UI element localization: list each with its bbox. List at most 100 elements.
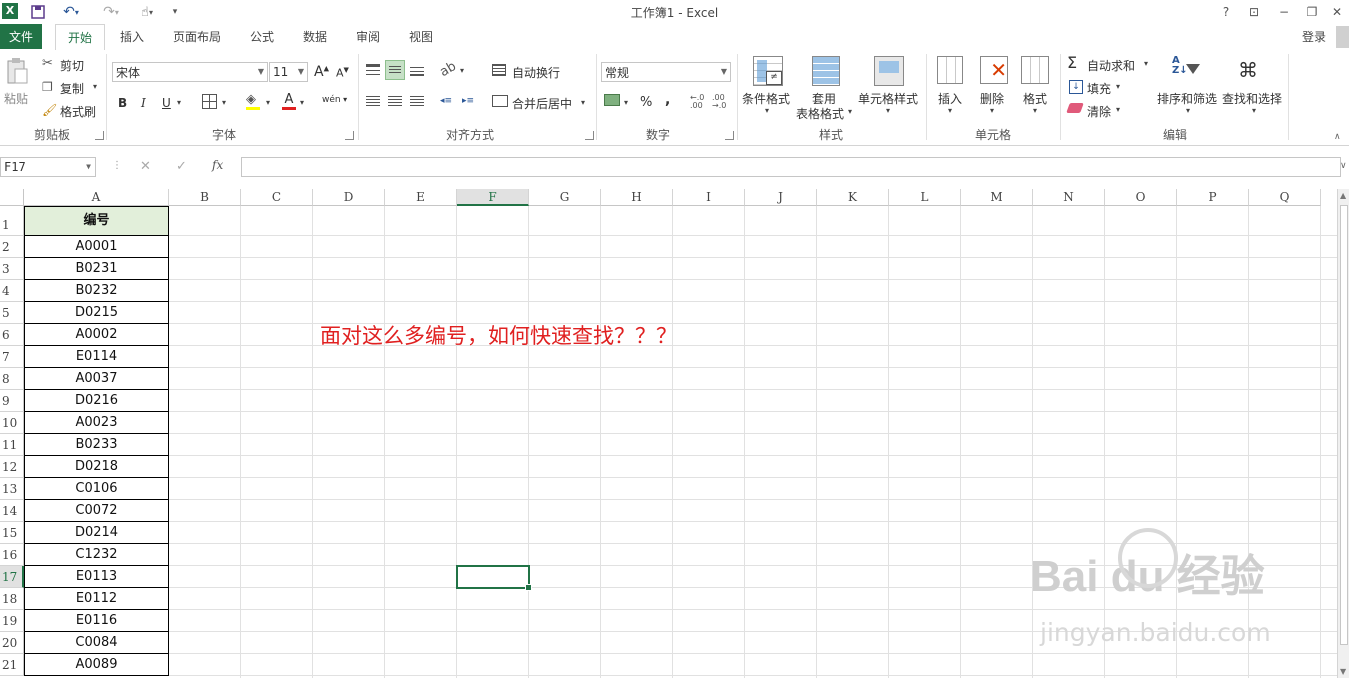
paste-button[interactable]: 粘贴	[4, 90, 28, 107]
row-header-14[interactable]: 14	[0, 500, 24, 522]
selected-cell[interactable]	[456, 565, 532, 591]
cell-styles-icon[interactable]	[874, 56, 904, 86]
row-header-2[interactable]: 2	[0, 236, 24, 258]
column-header-c[interactable]: C	[241, 189, 313, 206]
fill-color-dropdown-icon[interactable]: ▾	[266, 98, 270, 107]
clear-button[interactable]: 清除	[1087, 103, 1111, 120]
row-header-9[interactable]: 9	[0, 390, 24, 412]
column-header-q[interactable]: Q	[1249, 189, 1321, 206]
cell-styles-dropdown-icon[interactable]: ▾	[886, 106, 890, 115]
delete-cells-button[interactable]: 删除	[980, 90, 1004, 107]
fill-handle[interactable]	[525, 584, 532, 591]
insert-dropdown-icon[interactable]: ▾	[948, 106, 952, 115]
table-cell[interactable]: D0215	[24, 302, 169, 324]
decrease-decimal-icon[interactable]: .00 →.0	[712, 94, 726, 110]
copy-dropdown-icon[interactable]: ▾	[93, 82, 97, 91]
maximize-button[interactable]: ❐	[1299, 2, 1325, 22]
orientation-icon[interactable]: ab	[437, 59, 459, 80]
font-color-dropdown-icon[interactable]: ▾	[300, 98, 304, 107]
name-box[interactable]: F17 ▼	[0, 157, 96, 177]
increase-indent-icon[interactable]: ▸≡	[462, 96, 478, 106]
row-header-8[interactable]: 8	[0, 368, 24, 390]
align-middle-icon[interactable]	[385, 60, 405, 80]
number-launcher-icon[interactable]	[725, 131, 734, 140]
align-left-icon[interactable]	[366, 96, 380, 106]
account-avatar[interactable]	[1336, 26, 1349, 48]
conditional-dropdown-icon[interactable]: ▾	[765, 106, 769, 115]
format-as-table-icon[interactable]	[812, 56, 840, 86]
format-table-dropdown-icon[interactable]: ▾	[848, 107, 852, 116]
merge-dropdown-icon[interactable]: ▾	[581, 98, 585, 107]
number-format-select[interactable]: 常规 ▼	[601, 62, 731, 82]
format-painter-icon[interactable]: 🖌	[42, 103, 57, 117]
row-header-1[interactable]: 1	[0, 206, 24, 236]
login-link[interactable]: 登录	[1296, 24, 1332, 49]
autosum-button[interactable]: 自动求和	[1087, 57, 1135, 74]
column-header-f[interactable]: F	[457, 189, 529, 206]
comma-button[interactable]: ,	[665, 92, 670, 108]
column-header-p[interactable]: P	[1177, 189, 1249, 206]
border-icon[interactable]	[202, 94, 217, 109]
fill-dropdown-icon[interactable]: ▾	[1116, 82, 1120, 91]
sort-dropdown-icon[interactable]: ▾	[1186, 106, 1190, 115]
table-cell[interactable]: C0084	[24, 632, 169, 654]
row-header-15[interactable]: 15	[0, 522, 24, 544]
increase-decimal-icon[interactable]: ←.0.00	[690, 94, 704, 110]
row-header-12[interactable]: 12	[0, 456, 24, 478]
italic-button[interactable]: I	[141, 96, 146, 110]
column-header-n[interactable]: N	[1033, 189, 1105, 206]
table-cell[interactable]: B0231	[24, 258, 169, 280]
scroll-down-icon[interactable]: ▼	[1340, 667, 1346, 676]
font-size-select[interactable]: 11 ▼	[269, 62, 308, 82]
binoculars-icon[interactable]: ⌘	[1238, 58, 1258, 82]
table-cell[interactable]: E0113	[24, 566, 169, 588]
insert-cells-icon[interactable]	[937, 56, 963, 84]
decrease-indent-icon[interactable]: ◂≡	[440, 96, 456, 106]
column-header-k[interactable]: K	[817, 189, 889, 206]
column-header-e[interactable]: E	[385, 189, 457, 206]
column-header-m[interactable]: M	[961, 189, 1033, 206]
conditional-formatting-icon[interactable]: ≠	[753, 56, 783, 86]
clear-dropdown-icon[interactable]: ▾	[1116, 105, 1120, 114]
filter-funnel-icon[interactable]	[1186, 64, 1200, 74]
tab-insert[interactable]: 插入	[110, 24, 154, 49]
find-select-button[interactable]: 查找和选择	[1222, 90, 1282, 107]
format-dropdown-icon[interactable]: ▾	[1033, 106, 1037, 115]
autosum-icon[interactable]: Σ	[1067, 53, 1077, 72]
fill-button[interactable]: 填充	[1087, 80, 1111, 97]
table-cell[interactable]: B0232	[24, 280, 169, 302]
clear-icon[interactable]	[1066, 103, 1084, 113]
close-button[interactable]: ✕	[1324, 2, 1349, 22]
table-cell[interactable]: C1232	[24, 544, 169, 566]
row-header-5[interactable]: 5	[0, 302, 24, 324]
align-right-icon[interactable]	[410, 96, 424, 106]
table-cell[interactable]: D0218	[24, 456, 169, 478]
tab-review[interactable]: 审阅	[346, 24, 390, 49]
table-cell[interactable]: C0072	[24, 500, 169, 522]
tab-file[interactable]: 文件	[0, 24, 42, 49]
column-header-g[interactable]: G	[529, 189, 601, 206]
align-center-icon[interactable]	[388, 96, 402, 106]
table-cell[interactable]: D0214	[24, 522, 169, 544]
row-header-6[interactable]: 6	[0, 324, 24, 346]
scroll-up-icon[interactable]: ▲	[1340, 191, 1346, 200]
row-header-19[interactable]: 19	[0, 610, 24, 632]
table-cell[interactable]: C0106	[24, 478, 169, 500]
delete-dropdown-icon[interactable]: ▾	[990, 106, 994, 115]
table-cell[interactable]: E0112	[24, 588, 169, 610]
enter-entry-button[interactable]: ✓	[176, 159, 187, 174]
copy-button[interactable]: 复制	[60, 80, 84, 97]
wrap-text-button[interactable]: 自动换行	[512, 64, 560, 81]
merge-center-icon[interactable]	[492, 95, 508, 107]
font-color-icon[interactable]: A	[282, 92, 296, 110]
tab-data[interactable]: 数据	[293, 24, 337, 49]
phonetic-button[interactable]: wén ▾	[322, 95, 347, 105]
cut-icon[interactable]: ✂	[42, 56, 53, 71]
row-header-10[interactable]: 10	[0, 412, 24, 434]
row-header-7[interactable]: 7	[0, 346, 24, 368]
row-header-16[interactable]: 16	[0, 544, 24, 566]
column-header-h[interactable]: H	[601, 189, 673, 206]
conditional-formatting-button[interactable]: 条件格式	[742, 90, 790, 107]
table-cell[interactable]: E0114	[24, 346, 169, 368]
tab-formulas[interactable]: 公式	[240, 24, 284, 49]
